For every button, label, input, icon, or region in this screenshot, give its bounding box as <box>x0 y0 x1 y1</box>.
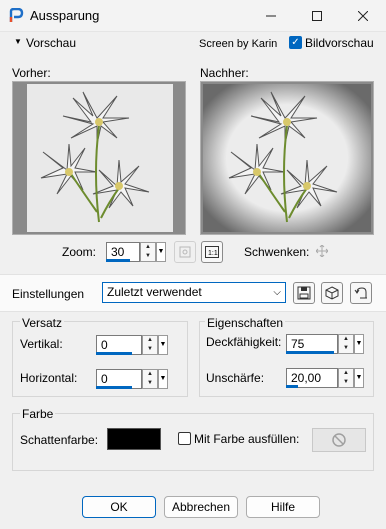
up-arrow-icon[interactable]: ▲ <box>143 370 157 379</box>
zoom-fit-icon <box>179 246 191 258</box>
down-arrow-icon[interactable]: ▼ <box>339 344 353 353</box>
preset-dropdown[interactable]: Zuletzt verwendet ⌵ <box>102 282 286 303</box>
help-button[interactable]: Hilfe <box>246 496 320 518</box>
title-bar: Aussparung <box>0 0 386 32</box>
up-arrow-icon[interactable]: ▲ <box>141 243 155 252</box>
fill-color-swatch[interactable] <box>312 428 366 452</box>
blur-slider-fill <box>286 385 298 388</box>
app-icon <box>9 8 24 22</box>
pan-control[interactable] <box>313 242 331 260</box>
preview-toggle[interactable]: Vorschau <box>26 36 76 50</box>
dice-icon <box>325 286 339 300</box>
image-preview-checkbox[interactable]: ✓ <box>289 36 302 49</box>
flower-image-after <box>203 84 371 232</box>
close-icon <box>358 11 368 21</box>
after-label: Nachher: <box>200 66 249 80</box>
horizontal-spinner[interactable]: ▲ ▼ <box>142 369 158 389</box>
fill-color-label[interactable]: Mit Farbe ausfüllen: <box>194 432 299 446</box>
zoom-dropdown[interactable]: ▼ <box>156 242 166 262</box>
down-arrow-icon[interactable]: ▼ <box>141 252 155 261</box>
before-label: Vorher: <box>12 66 51 80</box>
maximize-button[interactable] <box>294 0 340 32</box>
maximize-icon <box>312 11 322 21</box>
down-arrow-icon[interactable]: ▼ <box>339 378 353 387</box>
settings-label: Einstellungen <box>12 287 85 301</box>
up-arrow-icon[interactable]: ▲ <box>143 336 157 345</box>
down-arrow-icon[interactable]: ▼ <box>143 379 157 388</box>
vertical-dropdown[interactable]: ▼ <box>158 335 168 355</box>
vertical-label: Vertikal: <box>20 337 63 351</box>
down-arrow-icon[interactable]: ▼ <box>143 345 157 354</box>
zoom-label: Zoom: <box>62 245 97 259</box>
opacity-slider-fill <box>286 351 334 354</box>
up-arrow-icon[interactable]: ▲ <box>339 369 353 378</box>
actual-size-icon: 1:1 <box>205 246 219 258</box>
blur-spinner[interactable]: ▲ ▼ <box>338 368 354 388</box>
preset-value: Zuletzt verwendet <box>107 285 202 299</box>
minimize-icon <box>266 15 276 17</box>
minimize-button[interactable] <box>248 0 294 32</box>
move-arrows-icon <box>316 245 328 257</box>
color-group-title: Farbe <box>20 407 56 421</box>
zoom-spinner[interactable]: ▲ ▼ <box>140 242 156 262</box>
cancel-button[interactable]: Abbrechen <box>164 496 238 518</box>
vertical-spinner[interactable]: ▲ ▼ <box>142 335 158 355</box>
horizontal-slider-fill <box>96 386 132 389</box>
zoom-100-button[interactable]: 1:1 <box>201 241 223 263</box>
fill-color-checkbox[interactable] <box>178 432 191 445</box>
collapse-icon[interactable]: ▼ <box>14 37 22 46</box>
shadow-color-swatch[interactable] <box>107 428 161 450</box>
shadow-color-label: Schattenfarbe: <box>20 433 99 447</box>
vertical-slider-fill <box>96 352 132 355</box>
ok-button[interactable]: OK <box>82 496 156 518</box>
zoom-slider-fill <box>106 259 130 262</box>
randomize-button[interactable] <box>321 282 343 304</box>
zoom-fit-button[interactable] <box>174 241 196 263</box>
no-color-icon <box>332 433 346 447</box>
offset-group-title: Versatz <box>20 316 65 330</box>
up-arrow-icon[interactable]: ▲ <box>339 335 353 344</box>
opacity-label: Deckfähigkeit: <box>206 335 282 349</box>
after-preview <box>200 81 374 235</box>
close-button[interactable] <box>340 0 386 32</box>
blur-dropdown[interactable]: ▼ <box>354 368 364 388</box>
save-preset-button[interactable] <box>293 282 315 304</box>
before-preview <box>12 81 186 235</box>
chevron-down-icon: ⌵ <box>273 287 281 298</box>
window-title: Aussparung <box>30 8 100 23</box>
credit-text: Screen by Karin <box>199 38 278 50</box>
reset-icon <box>354 287 367 299</box>
properties-group-title: Eigenschaften <box>205 316 286 330</box>
opacity-spinner[interactable]: ▲ ▼ <box>338 334 354 354</box>
horizontal-label: Horizontal: <box>20 371 78 385</box>
flower-image-before <box>27 84 173 232</box>
opacity-dropdown[interactable]: ▼ <box>354 334 364 354</box>
image-preview-label[interactable]: Bildvorschau <box>305 36 374 50</box>
blur-label: Unschärfe: <box>206 371 265 385</box>
reset-button[interactable] <box>350 282 372 304</box>
pan-label: Schwenken: <box>244 245 310 259</box>
svg-text:1:1: 1:1 <box>208 250 218 257</box>
horizontal-dropdown[interactable]: ▼ <box>158 369 168 389</box>
floppy-disk-icon <box>297 286 311 300</box>
